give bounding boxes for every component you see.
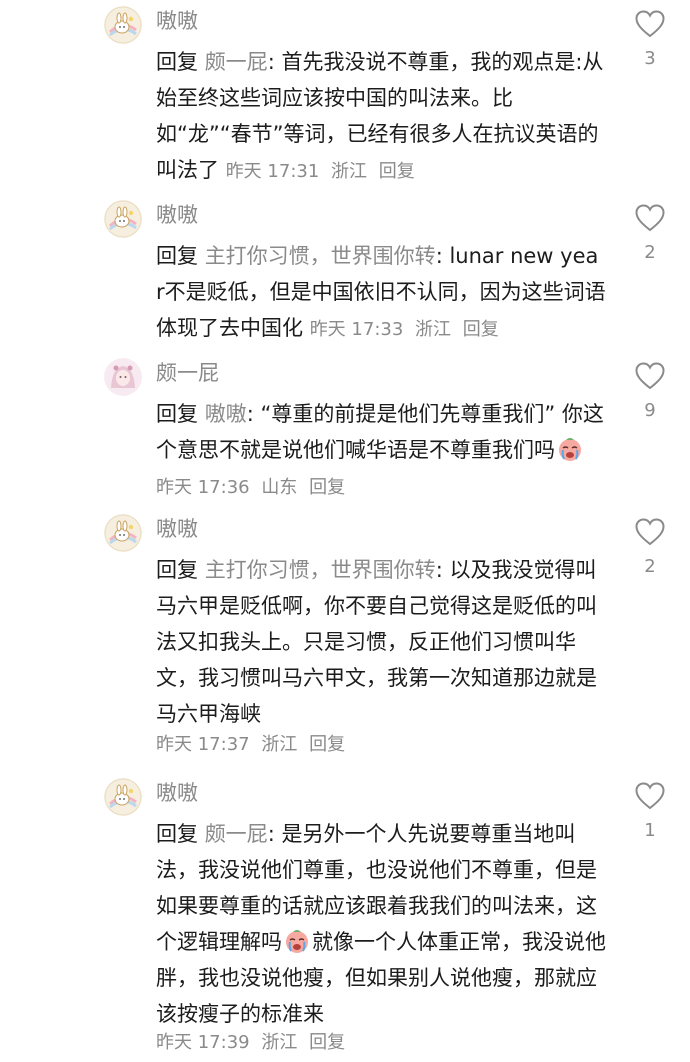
avatar[interactable] [104,358,142,396]
reply-target-name[interactable]: 颇一屁 [205,822,268,846]
avatar[interactable] [104,6,142,44]
comment-location: 山东 [261,477,298,498]
like-count: 3 [644,48,656,69]
heart-icon[interactable] [635,782,665,810]
reply-label: 回复 [156,244,198,268]
comment-text: 回复 颇一屁: 首先我没说不尊重，我的观点是:从始至终这些词应该按中国的叫法来。… [156,44,606,190]
comment-item: 嗷嗷 回复 主打你习惯，世界围你转: 以及我没觉得叫马六甲是贬低啊，你不要自己觉… [0,512,690,762]
comment-time: 昨天 17:39 [156,1032,250,1053]
comment-meta: 昨天 17:33 浙江 回复 [310,319,505,340]
reply-button[interactable]: 回复 [309,1032,345,1053]
reply-label: 回复 [156,402,198,426]
heart-icon[interactable] [635,362,665,390]
comment-text: 回复 颇一屁: 是另外一个人先说要尊重当地叫法，我没说他们尊重，也没说他们不尊重… [156,816,606,1032]
username[interactable]: 嗷嗷 [156,198,198,232]
avatar[interactable] [104,778,142,816]
username[interactable]: 嗷嗷 [156,512,198,546]
like-count: 9 [644,400,656,421]
reply-target-name[interactable]: 颇一屁 [205,50,268,74]
like-count: 2 [644,242,656,263]
like-button[interactable]: 2 [634,518,666,582]
comment-time: 昨天 17:31 [225,161,320,182]
like-button[interactable]: 9 [634,362,666,426]
comment-item: 嗷嗷 回复 颇一屁: 首先我没说不尊重，我的观点是:从始至终这些词应该按中国的叫… [0,4,690,184]
comment-location: 浙江 [331,161,368,182]
comment-text: 回复 主打你习惯，世界围你转: 以及我没觉得叫马六甲是贬低啊，你不要自己觉得这是… [156,552,606,732]
comment-time: 昨天 17:33 [309,319,404,340]
reply-button[interactable]: 回复 [309,477,345,498]
avatar[interactable] [104,200,142,238]
reply-target-name[interactable]: 嗷嗷 [205,402,247,426]
username[interactable]: 颇一屁 [156,356,219,390]
heart-icon[interactable] [635,10,665,38]
comment-meta: 昨天 17:39 浙江 回复 [156,1028,351,1054]
reply-label: 回复 [156,558,198,582]
like-button[interactable]: 3 [634,10,666,74]
comment-meta: 昨天 17:36 山东 回复 [156,477,351,498]
username[interactable]: 嗷嗷 [156,4,198,38]
heart-icon[interactable] [635,518,665,546]
avatar[interactable] [104,514,142,552]
reply-button[interactable]: 回复 [463,319,499,340]
comment-text: 回复 主打你习惯，世界围你转: lunar new year不是贬低，但是中国依… [156,238,606,348]
comment-content: : 以及我没觉得叫马六甲是贬低啊，你不要自己觉得这是贬低的叫法又扣我头上。只是习… [156,558,597,726]
comment-location: 浙江 [415,319,452,340]
like-button[interactable]: 2 [634,204,666,268]
crying-face-emoji-icon [284,928,310,954]
reply-label: 回复 [156,50,198,74]
comment-item: 颇一屁 回复 嗷嗷: “尊重的前提是他们先尊重我们” 你这个意思不就是说他们喊华… [0,356,690,506]
like-count: 2 [644,556,656,577]
heart-icon[interactable] [635,204,665,232]
reply-button[interactable]: 回复 [309,734,345,755]
comment-text: 回复 嗷嗷: “尊重的前提是他们先尊重我们” 你这个意思不就是说他们喊华语是不尊… [156,396,606,506]
reply-target-name[interactable]: 主打你习惯，世界围你转 [205,244,436,268]
comment-meta: 昨天 17:31 浙江 回复 [226,161,421,182]
like-count: 1 [644,820,656,841]
comment-location: 浙江 [261,1032,298,1053]
comment-meta: 昨天 17:37 浙江 回复 [156,730,351,756]
crying-face-emoji-icon [557,436,583,462]
comment-time: 昨天 17:37 [156,734,250,755]
comment-time: 昨天 17:36 [156,477,250,498]
reply-label: 回复 [156,822,198,846]
comment-item: 嗷嗷 回复 主打你习惯，世界围你转: lunar new year不是贬低，但是… [0,198,690,348]
comment-location: 浙江 [261,734,298,755]
reply-target-name[interactable]: 主打你习惯，世界围你转 [205,558,436,582]
username[interactable]: 嗷嗷 [156,776,198,810]
reply-button[interactable]: 回复 [379,161,415,182]
like-button[interactable]: 1 [634,782,666,846]
comment-item: 嗷嗷 回复 颇一屁: 是另外一个人先说要尊重当地叫法，我没说他们尊重，也没说他们… [0,776,690,1062]
